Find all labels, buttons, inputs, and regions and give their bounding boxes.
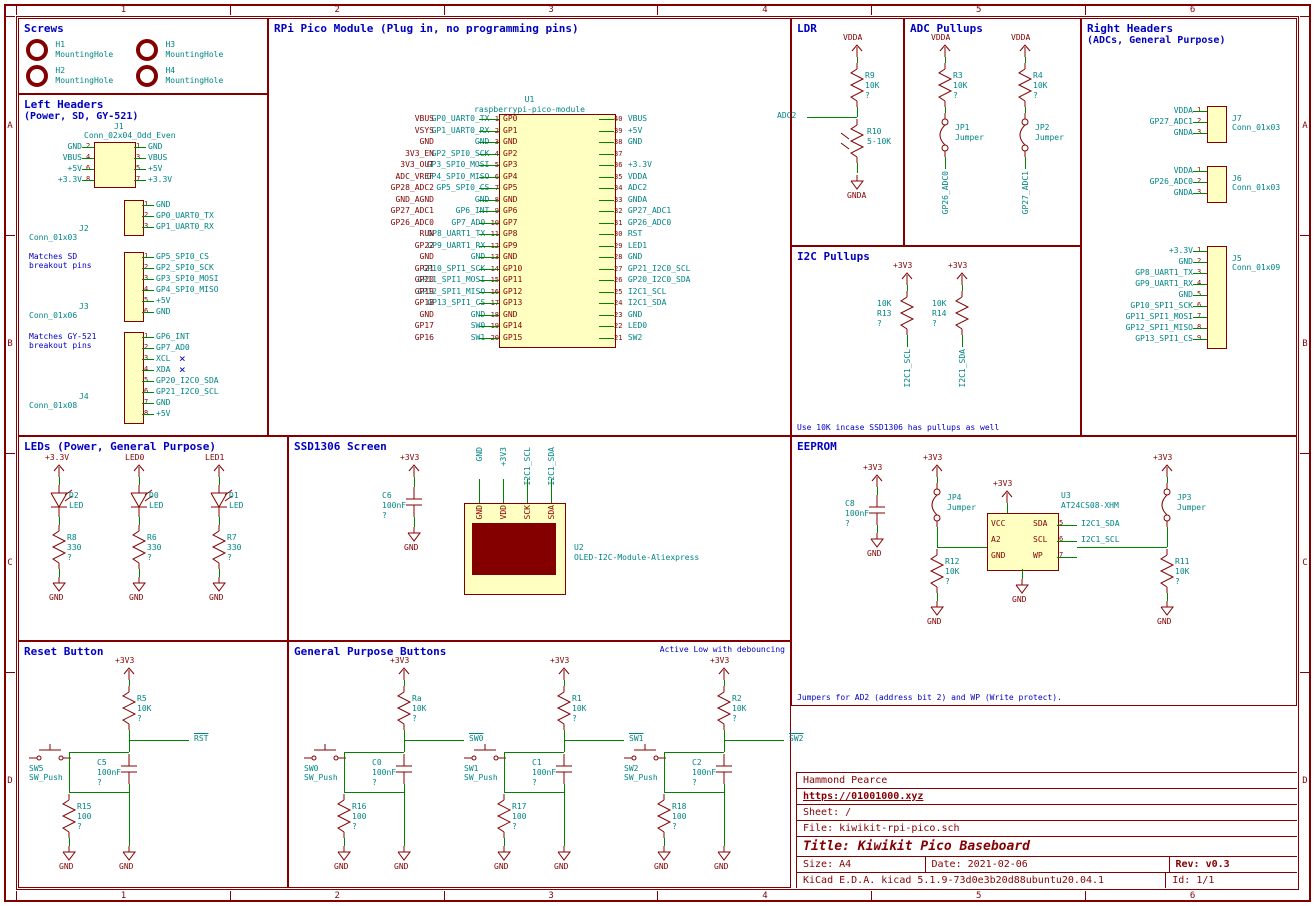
block-gpbuttons: General Purpose Buttons Active Low with … <box>288 641 791 888</box>
block-pico: RPi Pico Module (Plug in, no programming… <box>268 18 791 436</box>
mountinghole-icon <box>26 65 48 87</box>
title-block: Hammond Pearce https://01001000.xyz Shee… <box>796 772 1297 888</box>
ruler-right: ABCD <box>1300 16 1310 890</box>
ruler-top: 123456 <box>16 5 1299 15</box>
block-left-headers: Left Headers (Power, SD, GY-521) J1Conn_… <box>18 94 268 436</box>
block-right-headers: Right Headers (ADCs, General Purpose) J7… <box>1081 18 1297 436</box>
block-leds: LEDs (Power, General Purpose) +3.3VD2LED… <box>18 436 288 641</box>
schematic-canvas[interactable]: Screws H1 MountingHole H3 MountingHole H… <box>18 18 1297 888</box>
resistor-icon <box>952 291 992 339</box>
mountinghole-icon <box>136 39 158 61</box>
capacitor-icon <box>119 754 149 788</box>
capacitor-icon <box>867 495 897 529</box>
left-headers-title: Left Headers <box>24 98 262 111</box>
capacitor-icon <box>714 754 744 788</box>
capacitor-icon <box>394 754 424 788</box>
capacitor-icon <box>404 487 434 521</box>
block-ssd1306: SSD1306 Screen +3V3C6100nF?GNDU2OLED-I2C… <box>288 436 791 641</box>
mountinghole-icon <box>136 65 158 87</box>
block-reset: Reset Button +3V3R510K?RSTSW5SW_PushC510… <box>18 641 288 888</box>
block-i2cpullups: I2C Pullups +3V310KR13?I2C1_SCL+3V310KR1… <box>791 246 1081 436</box>
block-ldr: LDR VDDAR910K?ADC2R105-10KGNDA <box>791 18 904 246</box>
mountinghole-icon <box>26 39 48 61</box>
capacitor-icon <box>554 754 584 788</box>
ruler-left: ABCD <box>5 16 15 890</box>
screws-title: Screws <box>24 22 262 35</box>
ruler-bottom: 123456 <box>16 891 1299 901</box>
block-eeprom: EEPROM +3V3C8100nF?GND+3V3JP4JumperR1210… <box>791 436 1297 706</box>
block-screws: Screws H1 MountingHole H3 MountingHole H… <box>18 18 268 94</box>
resistor-icon <box>897 291 937 339</box>
block-adcpullups: ADC Pullups VDDAR310K?JP1JumperGP26_ADC0… <box>904 18 1081 246</box>
